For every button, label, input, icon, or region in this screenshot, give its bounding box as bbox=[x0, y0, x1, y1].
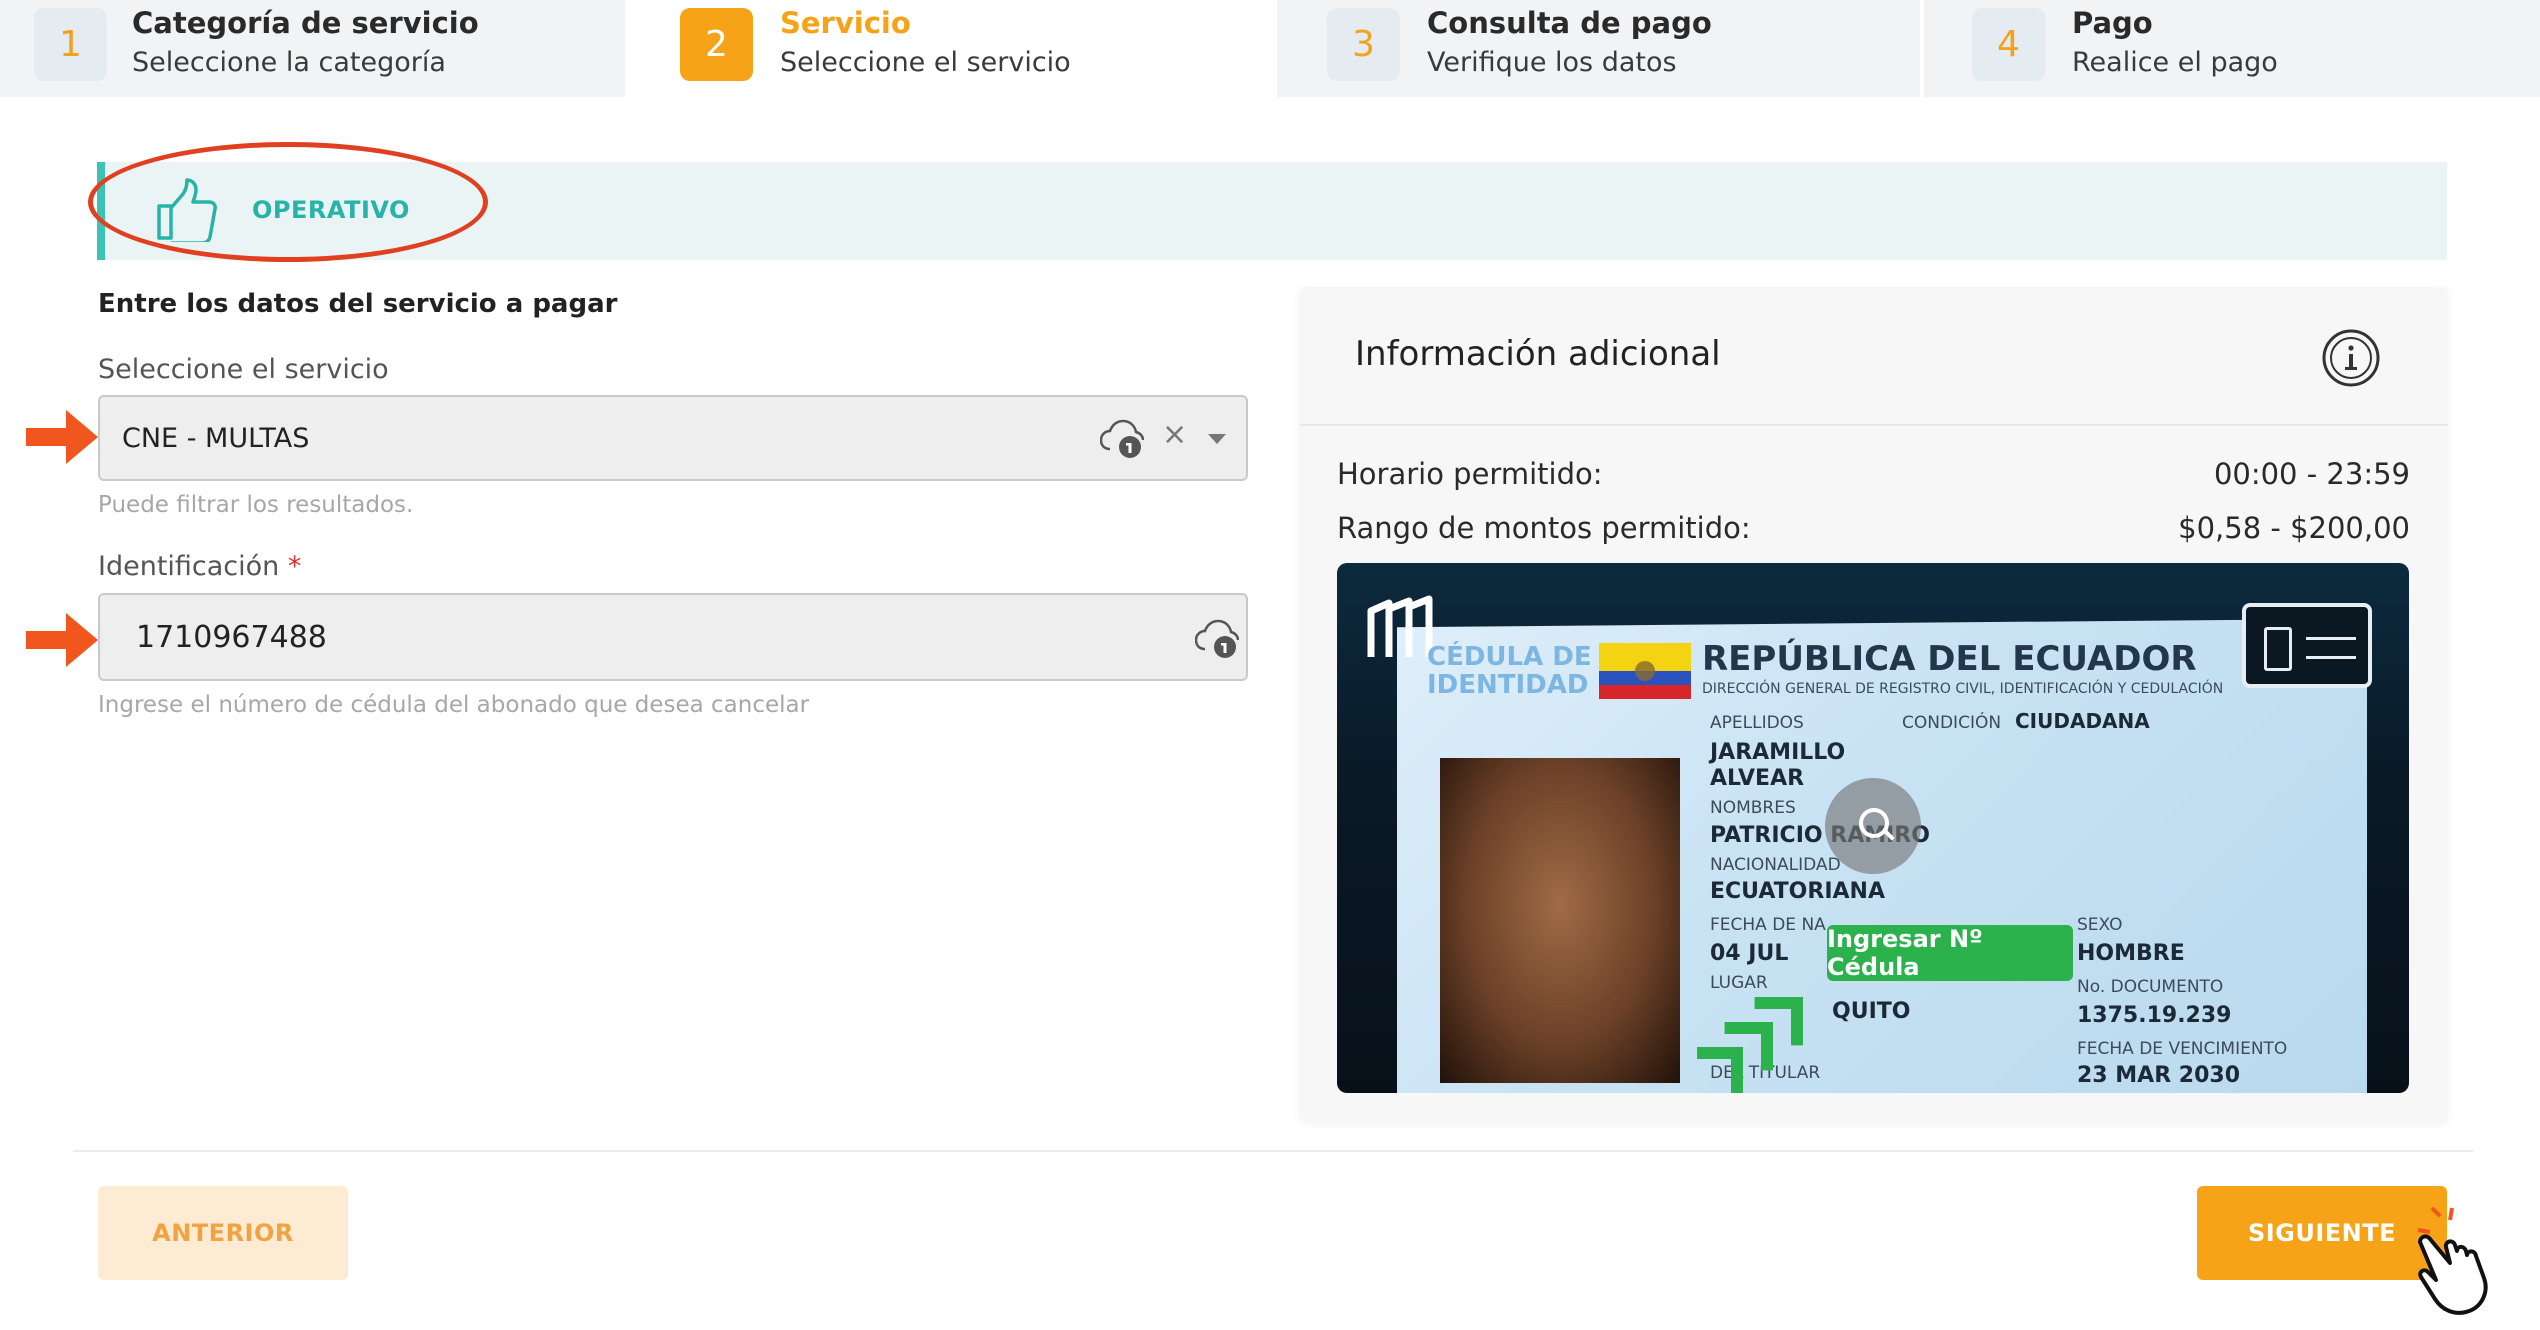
step-title: Categoría de servicio bbox=[132, 6, 479, 40]
identification-label: Identificación * bbox=[98, 551, 301, 582]
service-label: Seleccione el servicio bbox=[98, 354, 389, 385]
id-field-label: No. DOCUMENTO bbox=[2077, 977, 2224, 997]
step-category[interactable]: 1 Categoría de servicio Seleccione la ca… bbox=[0, 0, 625, 97]
cloud-info-icon bbox=[1100, 419, 1144, 458]
info-icon[interactable] bbox=[2320, 327, 2382, 389]
info-key: Horario permitido: bbox=[1337, 457, 1603, 491]
clear-icon[interactable]: × bbox=[1162, 417, 1187, 452]
id-field-value: JARAMILLO bbox=[1710, 740, 1846, 765]
additional-info-card: Información adicional Horario permitido:… bbox=[1300, 287, 2448, 1122]
step-subtitle: Verifique los datos bbox=[1427, 47, 1677, 78]
identification-label-text: Identificación bbox=[98, 551, 280, 582]
id-cedula-text: CÉDULA DE IDENTIDAD bbox=[1427, 642, 1592, 700]
id-field-value: ECUATORIANA bbox=[1710, 879, 1885, 904]
info-value: $0,58 - $200,00 bbox=[2178, 511, 2410, 545]
step-payment[interactable]: 4 Pago Realice el pago bbox=[1920, 0, 2540, 97]
identification-help: Ingrese el número de cédula del abonado … bbox=[98, 692, 810, 718]
id-field-value: ALVEAR bbox=[1710, 766, 1805, 791]
id-field-label: FECHA DE NA bbox=[1710, 915, 1826, 935]
divider bbox=[1300, 424, 2448, 426]
stepper: 1 Categoría de servicio Seleccione la ca… bbox=[0, 0, 2540, 97]
cloud-info-icon bbox=[1195, 619, 1239, 658]
id-field-value: 23 MAR 2030 bbox=[2077, 1063, 2241, 1088]
step-service[interactable]: 2 Servicio Seleccione el servicio bbox=[625, 0, 1273, 97]
id-field-label: APELLIDOS bbox=[1710, 713, 1804, 733]
id-field-value: 1375.19.239 bbox=[2077, 1003, 2232, 1028]
step-number: 1 bbox=[34, 8, 107, 81]
zoom-icon[interactable] bbox=[1825, 778, 1921, 874]
id-field-label: NACIONALIDAD bbox=[1710, 855, 1841, 875]
previous-button[interactable]: ANTERIOR bbox=[98, 1186, 348, 1280]
step-title: Servicio bbox=[780, 6, 911, 40]
service-select-value: CNE - MULTAS bbox=[122, 423, 310, 454]
info-value: 00:00 - 23:59 bbox=[2213, 457, 2410, 491]
step-subtitle: Realice el pago bbox=[2072, 47, 2278, 78]
step-number: 2 bbox=[680, 8, 753, 81]
step-subtitle: Seleccione el servicio bbox=[780, 47, 1071, 78]
step-title: Consulta de pago bbox=[1427, 6, 1712, 40]
chevrons-icon bbox=[1697, 996, 1804, 1093]
id-republic-text: REPÚBLICA DEL ECUADOR bbox=[1702, 639, 2197, 679]
highlight-circle bbox=[88, 142, 488, 262]
payment-wizard: 1 Categoría de servicio Seleccione la ca… bbox=[0, 0, 2540, 1330]
step-number: 3 bbox=[1327, 8, 1400, 81]
info-key: Rango de montos permitido: bbox=[1337, 511, 1751, 545]
id-directorate-text: DIRECCIÓN GENERAL DE REGISTRO CIVIL, IDE… bbox=[1702, 681, 2224, 697]
id-field-value: CIUDADANA bbox=[2015, 709, 2150, 733]
hand-cursor-icon bbox=[2417, 1206, 2488, 1315]
step-payment-query[interactable]: 3 Consulta de pago Verifique los datos bbox=[1273, 0, 1920, 97]
required-mark: * bbox=[287, 551, 302, 582]
arrow-right-icon bbox=[26, 410, 98, 464]
arrow-right-icon bbox=[26, 613, 98, 667]
id-field-value: QUITO bbox=[1832, 999, 1911, 1024]
id-field-label: FECHA DE VENCIMIENTO bbox=[2077, 1039, 2288, 1059]
info-title: Información adicional bbox=[1355, 334, 1721, 374]
id-field-value: HOMBRE bbox=[2077, 941, 2185, 966]
id-field-label: NOMBRES bbox=[1710, 798, 1796, 818]
ecuador-flag-icon bbox=[1599, 643, 1691, 699]
identification-value: 1710967488 bbox=[136, 620, 327, 655]
form-heading: Entre los datos del servicio a pagar bbox=[98, 289, 618, 319]
enter-id-badge: Ingresar Nº Cédula bbox=[1827, 925, 2073, 981]
service-select[interactable]: CNE - MULTAS × bbox=[98, 395, 1248, 481]
id-photo bbox=[1440, 758, 1680, 1083]
id-field-label: CONDICIÓN bbox=[1902, 713, 2002, 733]
identification-input[interactable]: 1710967488 bbox=[98, 593, 1248, 681]
id-chip-icon bbox=[2242, 603, 2372, 688]
service-help: Puede filtrar los resultados. bbox=[98, 492, 414, 518]
chevron-down-icon[interactable] bbox=[1208, 434, 1226, 444]
step-number: 4 bbox=[1972, 8, 2045, 81]
id-card-illustration[interactable]: CÉDULA DE IDENTIDAD REPÚBLICA DEL ECUADO… bbox=[1337, 563, 2409, 1093]
id-field-label: SEXO bbox=[2077, 915, 2123, 935]
footer-divider bbox=[73, 1150, 2473, 1152]
step-title: Pago bbox=[2072, 6, 2153, 40]
step-subtitle: Seleccione la categoría bbox=[132, 47, 446, 78]
